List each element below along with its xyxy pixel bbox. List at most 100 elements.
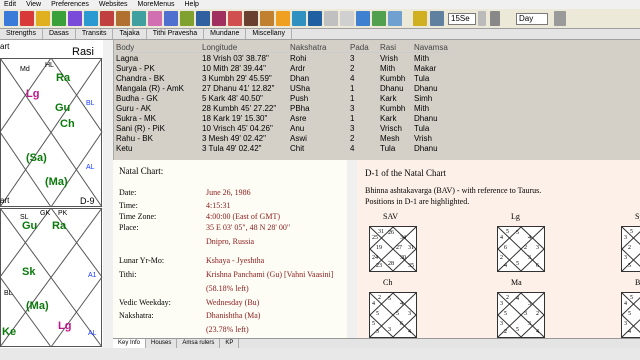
chart-icon[interactable] <box>4 11 18 26</box>
period-select[interactable]: Day <box>516 13 548 25</box>
planet-cell: Ketu <box>116 143 133 153</box>
bav-number: 3 <box>528 301 531 307</box>
bav-number: 2 <box>378 295 381 301</box>
rasi-bl: BL <box>86 100 95 107</box>
planet-row[interactable]: Chandra - BK 3 Kumbh 29' 45.59" Dhan 4 Kumbh… <box>114 73 450 83</box>
people-icon[interactable] <box>228 11 242 26</box>
lightbulb-icon[interactable] <box>413 11 427 26</box>
print-icon[interactable] <box>356 11 370 26</box>
tab-transits[interactable]: Transits <box>76 29 114 39</box>
font-small-icon[interactable] <box>340 11 354 26</box>
time-icon[interactable] <box>430 11 444 26</box>
bav-number: 5 <box>628 311 631 317</box>
menu-view[interactable]: View <box>26 0 41 9</box>
tools-icon[interactable] <box>292 11 306 26</box>
bav-desc2: Positions in D-1 are highlighted. <box>365 197 470 206</box>
font-large-icon[interactable] <box>324 11 338 26</box>
planet-cell: Chandra - BK <box>116 73 165 83</box>
planet-row[interactable]: Surya - PK 10 Mith 28' 39.44" Ardr 2 Mith Mak… <box>114 63 450 73</box>
globe-icon[interactable] <box>52 11 66 26</box>
rasi-md: Md <box>20 66 30 73</box>
planet-cell: 10 Mith 28' 39.44" <box>202 63 266 73</box>
bav-number: 23 <box>376 263 382 269</box>
planet-row[interactable]: Budha - GK 5 Kark 48' 40.50" Push 1 Kark Simh <box>114 93 450 103</box>
transit-icon[interactable] <box>164 11 178 26</box>
planet-cell: 2 <box>350 133 355 143</box>
tab-mundane[interactable]: Mundane <box>204 29 247 39</box>
dasa-icon[interactable] <box>180 11 194 26</box>
birth-icon[interactable] <box>20 11 34 26</box>
planet-cell: Guru - AK <box>116 103 152 113</box>
planet-cell: Vrish <box>380 53 398 63</box>
step-icon[interactable] <box>554 11 566 26</box>
planet-cell: Vrish <box>414 133 432 143</box>
planet-icon[interactable] <box>100 11 114 26</box>
table-icon[interactable] <box>132 11 146 26</box>
rasi-sa: (Sa) <box>26 152 47 164</box>
planet-cell: Tula <box>414 73 430 83</box>
tab-dasas[interactable]: Dasas <box>43 29 76 39</box>
square-chart-icon[interactable] <box>196 11 210 26</box>
natal-value: Krishna Panchami (Gu) [Vahni Vaasini] <box>206 270 334 279</box>
menu-edit[interactable]: Edit <box>4 0 16 9</box>
planet-cell: 27 Dhanu 41' 12.82" <box>202 83 275 93</box>
spinner-icon[interactable] <box>478 11 486 26</box>
wheel-icon[interactable] <box>68 11 82 26</box>
bav-number: 5 <box>388 296 391 302</box>
planet-cell: Rohi <box>290 53 307 63</box>
tab-strengths[interactable]: Strengths <box>0 29 43 39</box>
calendar-icon[interactable] <box>84 11 98 26</box>
clock-icon[interactable] <box>260 11 274 26</box>
planet-row[interactable]: Mangala (R) - AmK 27 Dhanu 41' 12.82" USha… <box>114 83 450 93</box>
chart-pane: art Rasi Md HL Ra Lg Gu Ch (Sa) (Ma) BL … <box>0 40 104 348</box>
planet-cell: Kark <box>380 113 397 123</box>
natal-value: 4:15:31 <box>206 201 231 210</box>
zoom-select[interactable]: 15Se <box>448 13 476 25</box>
planet-row[interactable]: Ketu 3 Tula 49' 02.42" Chit 4 Tula Dhanu <box>114 143 450 153</box>
menu-preferences[interactable]: Preferences <box>51 0 89 9</box>
menu-websites[interactable]: Websites <box>99 0 128 9</box>
fire-icon[interactable] <box>276 11 290 26</box>
time-step-icon[interactable] <box>490 11 500 26</box>
menu-moremenus[interactable]: MoreMenus <box>138 0 175 9</box>
bav-number: 5 <box>516 261 519 267</box>
bav-chart: 543643355425 <box>369 292 417 338</box>
bav-chart: 654344532354 <box>621 226 640 272</box>
grid-icon[interactable] <box>116 11 130 26</box>
planet-cell: Ardr <box>290 63 306 73</box>
rasi-label: Rasi <box>72 46 95 58</box>
planet-row[interactable]: Sukra - MK 18 Kark 19' 15.30" Asre 1 Kark Dha… <box>114 113 450 123</box>
planet-cell: Mesh <box>380 133 400 143</box>
col-nakshatra: Nakshatra <box>288 42 348 53</box>
tab-tajaka[interactable]: Tajaka <box>113 29 147 39</box>
planet-cell: 4 <box>350 73 355 83</box>
bav-chart: 26 34 31 30 35 28 23 24 19 25 31 27 <box>369 226 417 272</box>
natal-value: 4:00:00 (East of GMT) <box>206 212 280 221</box>
house-icon[interactable] <box>212 11 226 26</box>
tab-miscellany[interactable]: Miscellany <box>246 29 293 39</box>
planet-row[interactable]: Rahu - BK 3 Mesh 49' 02.42" Aswi 2 Mesh Vrish <box>114 133 450 143</box>
star-icon[interactable] <box>36 11 50 26</box>
compare-icon[interactable] <box>148 11 162 26</box>
planet-cell: Simh <box>414 93 433 103</box>
planet-cell: 4 <box>350 143 355 153</box>
planet-cell: 18 Kark 19' 15.30" <box>202 113 268 123</box>
couple-icon[interactable] <box>244 11 258 26</box>
toolbar: 15Se Day <box>0 9 640 29</box>
copy-icon[interactable] <box>388 11 402 26</box>
menu-help[interactable]: Help <box>185 0 199 9</box>
bav-number: 6 <box>400 321 403 327</box>
scroll-icon[interactable] <box>308 11 322 26</box>
bav-number: 26 <box>388 230 394 236</box>
bav-number: 5 <box>372 321 375 327</box>
arrow-icon[interactable] <box>372 11 386 26</box>
d9-ra: Ra <box>52 220 67 232</box>
tab-tithi-pravesha[interactable]: Tithi Pravesha <box>147 29 205 39</box>
bav-number: 2 <box>504 329 507 335</box>
d9-pk: PK <box>58 210 68 217</box>
bav-number: 4 <box>528 235 531 241</box>
planet-row[interactable]: Lagna 18 Vrish 03' 38.78" Rohi 3 Vrish Mith <box>114 53 450 64</box>
planet-row[interactable]: Sani (R) - PiK 10 Vrisch 45' 04.26" Anu 3 Vr… <box>114 123 450 133</box>
planet-row[interactable]: Guru - AK 28 Kumbh 45' 27.22" PBha 3 Kumbh Mi… <box>114 103 450 113</box>
planet-table: Body Longitude Nakshatra Pada Rasi Navam… <box>114 42 450 153</box>
